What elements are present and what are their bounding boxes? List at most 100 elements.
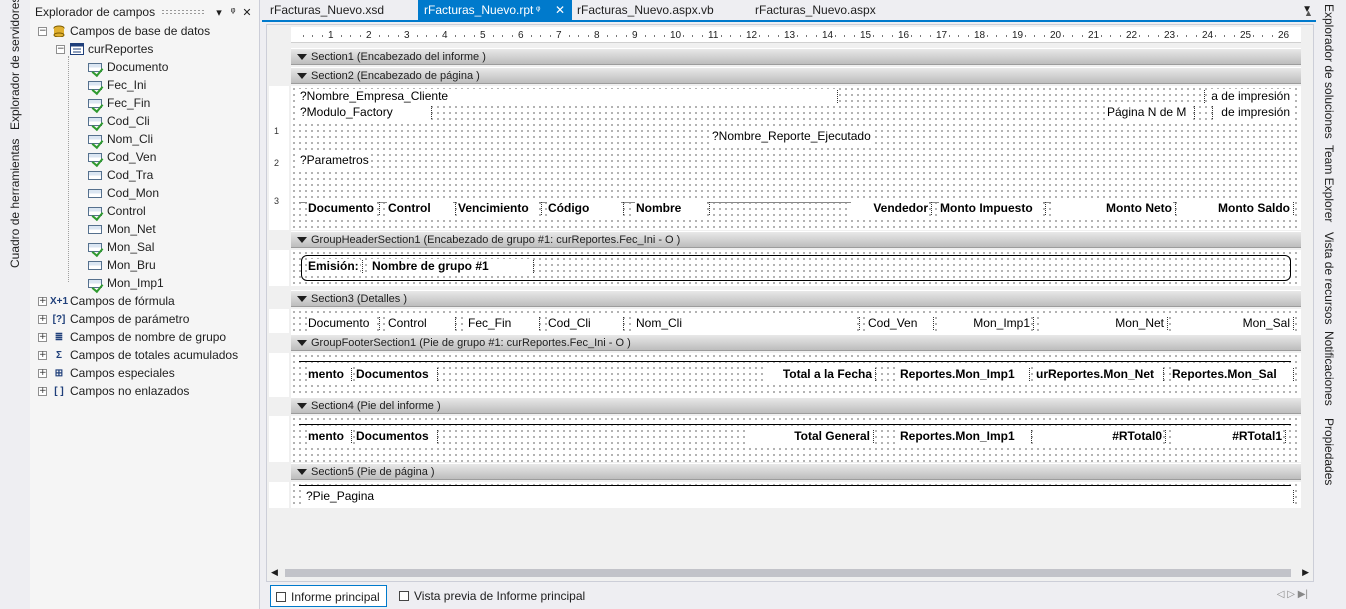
- expand-icon[interactable]: +: [38, 350, 47, 360]
- tree-group-formula[interactable]: + X+1 Campos de fórmula: [38, 292, 175, 310]
- tab-rpt[interactable]: rFacturas_Nuevo.rpt ᵠ ✕: [418, 0, 572, 20]
- report-footer-field-3[interactable]: Reportes.Mon_Imp1: [899, 429, 1032, 444]
- section-report-header[interactable]: Section1 (Encabezado del informe ): [291, 48, 1301, 65]
- field-item-control[interactable]: Control: [88, 202, 146, 220]
- tree-group-unbound-field[interactable]: + [ ] Campos no enlazados: [38, 382, 189, 400]
- section-page-footer[interactable]: Section5 (Pie de página ): [291, 463, 1301, 480]
- field-item-mon-sal[interactable]: Mon_Sal: [88, 238, 154, 256]
- column-header-8[interactable]: Monto Saldo: [1177, 201, 1294, 216]
- team-explorer-tab[interactable]: Team Explorer: [1322, 145, 1336, 222]
- tab-xsd[interactable]: rFacturas_Nuevo.xsd: [264, 0, 390, 20]
- expand-icon[interactable]: +: [38, 368, 47, 378]
- collapse-icon[interactable]: −: [56, 44, 65, 54]
- field-parametros[interactable]: ?Parametros: [299, 153, 370, 168]
- dropdown-icon[interactable]: ▾: [212, 6, 226, 19]
- report-footer-field-4[interactable]: #RTotal0: [1035, 429, 1166, 444]
- field-item-mon-imp1[interactable]: Mon_Imp1: [88, 274, 164, 292]
- column-header-5[interactable]: Vendedor: [851, 201, 932, 216]
- column-header-3[interactable]: Código: [547, 201, 624, 216]
- column-header-7[interactable]: Monto Neto: [1051, 201, 1176, 216]
- resource-view-tab[interactable]: Vista de recursos: [1322, 232, 1336, 325]
- column-header-2[interactable]: Vencimiento: [457, 201, 542, 216]
- report-footer-field-2[interactable]: Total General: [749, 429, 874, 444]
- section-group-footer[interactable]: GroupFooterSection1 (Pie de grupo #1: cu…: [291, 334, 1301, 351]
- expand-icon[interactable]: +: [38, 314, 47, 324]
- group-footer-field-5[interactable]: Reportes.Mon_Sal: [1171, 367, 1294, 382]
- report-footer-field-5[interactable]: #RTotal1: [1171, 429, 1286, 444]
- scroll-right-icon[interactable]: ▶: [1302, 567, 1309, 578]
- group-footer-field-4[interactable]: urReportes.Mon_Net: [1035, 367, 1164, 382]
- group-footer-field-0[interactable]: mento: [307, 367, 352, 382]
- field-modulo[interactable]: ?Modulo_Factory: [299, 105, 432, 120]
- section-report-footer[interactable]: Section4 (Pie del informe ): [291, 397, 1301, 414]
- group-name-field[interactable]: Nombre de grupo #1: [371, 259, 534, 274]
- tab-vista-previa[interactable]: Vista previa de Informe principal: [394, 585, 591, 607]
- scroll-thumb[interactable]: [285, 569, 1291, 577]
- group-label[interactable]: Emisión:: [307, 259, 363, 274]
- detail-field-3[interactable]: Cod_Cli: [547, 316, 624, 331]
- server-explorer-tab[interactable]: Explorador de servidores: [8, 0, 22, 130]
- column-header-6[interactable]: Monto Impuesto: [939, 201, 1046, 216]
- detail-field-6[interactable]: Mon_Imp1: [941, 316, 1034, 331]
- expand-icon[interactable]: +: [38, 332, 47, 342]
- tab-aspx-vb[interactable]: rFacturas_Nuevo.aspx.vb: [571, 0, 720, 20]
- group-footer-field-2[interactable]: Total a la Fecha: [763, 367, 876, 382]
- tab-close-icon[interactable]: ✕: [555, 0, 565, 21]
- collapse-icon[interactable]: −: [38, 26, 47, 36]
- section-details[interactable]: Section3 (Detalles ): [291, 290, 1301, 307]
- report-footer-field-0[interactable]: mento: [307, 429, 352, 444]
- tab-informe-principal[interactable]: Informe principal: [270, 585, 387, 607]
- field-reporte[interactable]: ?Nombre_Reporte_Ejecutado: [711, 129, 872, 144]
- detail-field-2[interactable]: Fec_Fin: [467, 316, 540, 331]
- close-icon[interactable]: ✕: [240, 6, 254, 19]
- group-footer-field-1[interactable]: Documentos: [355, 367, 438, 382]
- detail-field-1[interactable]: Control: [387, 316, 456, 331]
- field-pie-pagina[interactable]: ?Pie_Pagina: [305, 489, 1294, 504]
- tree-group-group-name[interactable]: + ≣ Campos de nombre de grupo: [38, 328, 226, 346]
- tree-table-curReportes[interactable]: − curReportes: [56, 40, 153, 58]
- field-empresa[interactable]: ?Nombre_Empresa_Cliente: [299, 89, 838, 104]
- tab-aspx[interactable]: rFacturas_Nuevo.aspx: [749, 0, 882, 20]
- solution-explorer-tab[interactable]: Explorador de soluciones: [1322, 4, 1336, 139]
- detail-field-8[interactable]: Mon_Sal: [1175, 316, 1294, 331]
- field-item-mon-bru[interactable]: Mon_Bru: [88, 256, 156, 274]
- field-item-fec-fin[interactable]: Fec_Fin: [88, 94, 150, 112]
- pin-icon[interactable]: ᵠ: [226, 6, 240, 18]
- toolbox-tab[interactable]: Cuadro de herramientas: [8, 139, 22, 268]
- group-footer-field-3[interactable]: Reportes.Mon_Imp1: [899, 367, 1030, 382]
- detail-field-4[interactable]: Nom_Cli: [635, 316, 860, 331]
- tree-group-running-total[interactable]: + Σ Campos de totales acumulados: [38, 346, 238, 364]
- column-header-0[interactable]: Documento: [307, 201, 380, 216]
- field-item-fec-ini[interactable]: Fec_Ini: [88, 76, 146, 94]
- tree-root-database-fields[interactable]: − Campos de base de datos: [38, 22, 210, 40]
- report-footer-field-1[interactable]: Documentos: [355, 429, 438, 444]
- tree-group-parameter[interactable]: + [?] Campos de parámetro: [38, 310, 189, 328]
- panel-grip[interactable]: [161, 9, 206, 15]
- scroll-up-icon[interactable]: ▲: [1304, 8, 1313, 18]
- properties-tab[interactable]: Propiedades: [1322, 418, 1336, 485]
- field-pagina[interactable]: Página N de M: [1106, 105, 1195, 120]
- detail-field-0[interactable]: Documento: [307, 316, 380, 331]
- field-hora-impresion[interactable]: de impresión: [1212, 105, 1291, 120]
- field-item-cod-ven[interactable]: Cod_Ven: [88, 148, 156, 166]
- expand-icon[interactable]: +: [38, 386, 47, 396]
- section-page-header[interactable]: Section2 (Encabezado de página ): [291, 67, 1301, 84]
- column-header-1[interactable]: Control: [387, 201, 456, 216]
- field-item-cod-mon[interactable]: Cod_Mon: [88, 184, 159, 202]
- field-item-cod-tra[interactable]: Cod_Tra: [88, 166, 153, 184]
- field-item-nom-cli[interactable]: Nom_Cli: [88, 130, 153, 148]
- tab-pin-icon[interactable]: ᵠ: [536, 0, 540, 21]
- column-header-4[interactable]: Nombre: [635, 201, 710, 216]
- field-item-mon-net[interactable]: Mon_Net: [88, 220, 156, 238]
- horizontal-scrollbar[interactable]: ◀ ▶: [267, 565, 1313, 581]
- scroll-left-icon[interactable]: ◀: [271, 567, 278, 578]
- detail-field-7[interactable]: Mon_Net: [1039, 316, 1168, 331]
- tree-group-special-field[interactable]: + ⊞ Campos especiales: [38, 364, 175, 382]
- section-group-header[interactable]: GroupHeaderSection1 (Encabezado de grupo…: [291, 231, 1301, 248]
- field-item-documento[interactable]: Documento: [88, 58, 168, 76]
- field-item-cod-cli[interactable]: Cod_Cli: [88, 112, 150, 130]
- field-fecha-impresion[interactable]: a de impresión: [1204, 89, 1291, 104]
- notifications-tab[interactable]: Notificaciones: [1322, 331, 1336, 406]
- expand-icon[interactable]: +: [38, 296, 47, 306]
- bottom-nav-icons[interactable]: ◁ ▷ ▶|: [1277, 589, 1308, 600]
